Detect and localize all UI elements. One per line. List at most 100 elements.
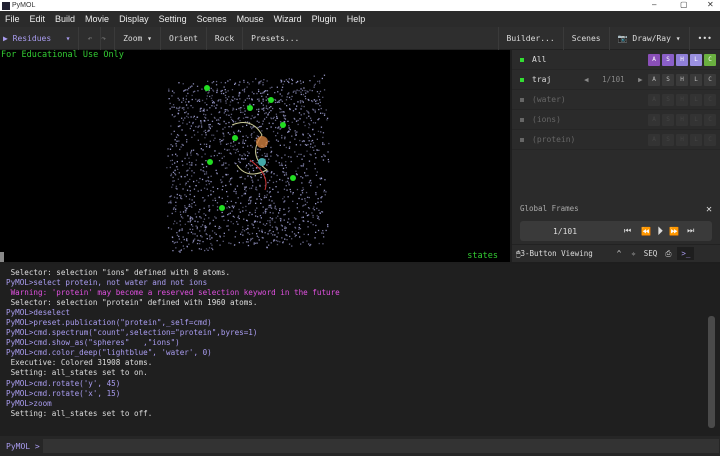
object-label-button[interactable]: L bbox=[690, 113, 702, 126]
play-button[interactable]: ⏵ bbox=[657, 224, 663, 239]
console-scrollbar[interactable] bbox=[708, 316, 715, 428]
object-row[interactable]: All A S H L C bbox=[512, 50, 720, 70]
menu-help[interactable]: Help bbox=[342, 14, 371, 24]
console-line: PyMOL>cmd.rotate('y', 45) bbox=[6, 378, 121, 388]
menu-plugin[interactable]: Plugin bbox=[307, 14, 342, 24]
window-title: PyMOL bbox=[12, 2, 36, 9]
object-show-button[interactable]: S bbox=[662, 133, 674, 146]
console-toggle-icon[interactable]: >_ bbox=[677, 247, 695, 260]
console-line: PyMOL>cmd.show_as("spheres" ,"ions") bbox=[6, 338, 180, 348]
object-show-button[interactable]: S bbox=[662, 53, 674, 66]
minimize-button[interactable]: – bbox=[652, 0, 656, 9]
redo-button[interactable]: ↷ bbox=[93, 26, 116, 50]
console-line: PyMOL>cmd.spectrum("count",selection="pr… bbox=[6, 328, 258, 338]
console-line: PyMOL>zoom bbox=[6, 398, 52, 408]
close-button[interactable]: ✕ bbox=[707, 0, 714, 9]
console-line: Setting: all_states set to off. bbox=[6, 408, 153, 418]
scenes-button[interactable]: Scenes bbox=[564, 26, 610, 50]
menu-movie[interactable]: Movie bbox=[80, 14, 114, 24]
camera-rig-icon[interactable]: ⎙ bbox=[665, 249, 671, 259]
menu-scenes[interactable]: Scenes bbox=[192, 14, 232, 24]
expand-button[interactable]: ^ bbox=[617, 249, 622, 258]
menu-mouse[interactable]: Mouse bbox=[232, 14, 269, 24]
last-frame-button[interactable]: ⏭ bbox=[687, 226, 694, 236]
global-frame-counter: 1/101 bbox=[552, 226, 578, 236]
molecule-render bbox=[166, 74, 330, 253]
seq-button[interactable]: SEQ bbox=[644, 249, 658, 258]
console-line: PyMOL>select protein, not water and not … bbox=[6, 278, 208, 288]
magic-wand-icon[interactable]: ✧ bbox=[631, 249, 636, 258]
close-frames-icon[interactable]: ✕ bbox=[706, 204, 712, 215]
object-name: (ions) bbox=[532, 115, 561, 124]
more-button[interactable]: ••• bbox=[690, 27, 720, 50]
menu-edit[interactable]: Edit bbox=[25, 14, 51, 24]
menu-file[interactable]: File bbox=[0, 14, 25, 24]
object-label-button[interactable]: L bbox=[690, 133, 702, 146]
rewind-button[interactable]: ⏪ bbox=[641, 227, 651, 236]
rock-button[interactable]: Rock bbox=[207, 26, 244, 50]
object-row[interactable]: traj ◀ 1/101 ▶ A S H L C bbox=[512, 70, 720, 90]
enabled-indicator-icon bbox=[520, 97, 524, 102]
object-color-button[interactable]: C bbox=[704, 53, 716, 66]
object-action-button[interactable]: A bbox=[648, 93, 660, 106]
object-color-button[interactable]: C bbox=[704, 113, 716, 126]
console-line: PyMOL>preset.publication("protein",_self… bbox=[6, 318, 212, 328]
object-frame-stepper[interactable]: ◀ 1/101 ▶ bbox=[584, 75, 643, 84]
console-line: Setting: all_states set to on. bbox=[6, 368, 148, 378]
object-hide-button[interactable]: H bbox=[676, 113, 688, 126]
orient-button[interactable]: Orient bbox=[161, 26, 207, 50]
viewport-scrollbar[interactable] bbox=[0, 252, 4, 262]
console-line: PyMOL>deselect bbox=[6, 308, 71, 318]
maximize-button[interactable]: ▢ bbox=[680, 0, 688, 9]
object-row[interactable]: (ions) A S H L C bbox=[512, 110, 720, 130]
object-hide-button[interactable]: H bbox=[676, 53, 688, 66]
enabled-indicator-icon bbox=[520, 57, 524, 62]
object-action-button[interactable]: A bbox=[648, 133, 660, 146]
object-color-button[interactable]: C bbox=[704, 73, 716, 86]
command-input[interactable] bbox=[42, 439, 719, 453]
fast-forward-button[interactable]: ⏩ bbox=[669, 227, 679, 236]
mouse-mode-label[interactable]: 3-Button Viewing bbox=[521, 249, 593, 258]
global-frames-label: Global Frames bbox=[520, 204, 579, 213]
console-line: Selector: selection "ions" defined with … bbox=[6, 268, 231, 277]
console-line: Executive: Colored 31908 atoms. bbox=[6, 358, 153, 368]
draw-ray-button[interactable]: 📷 Draw/Ray ▾ bbox=[610, 26, 690, 50]
pointer-icon: ▶ bbox=[3, 33, 13, 43]
presets-button[interactable]: Presets... bbox=[243, 27, 307, 50]
object-action-button[interactable]: A bbox=[648, 73, 660, 86]
command-line: PyMOL > bbox=[0, 436, 720, 456]
menu-build[interactable]: Build bbox=[50, 14, 80, 24]
object-label-button[interactable]: L bbox=[690, 73, 702, 86]
menu-setting[interactable]: Setting bbox=[154, 14, 192, 24]
menu-wizard[interactable]: Wizard bbox=[269, 14, 307, 24]
object-row[interactable]: (protein) A S H L C bbox=[512, 130, 720, 150]
object-label-button[interactable]: L bbox=[690, 93, 702, 106]
object-action-button[interactable]: A bbox=[648, 53, 660, 66]
object-name: All bbox=[532, 55, 547, 64]
enabled-indicator-icon bbox=[520, 137, 524, 142]
menu-display[interactable]: Display bbox=[114, 14, 154, 24]
object-label-button[interactable]: L bbox=[690, 53, 702, 66]
global-frames-panel: Global Frames ✕ 1/101 ⏮ ⏪ ⏵ ⏩ ⏭ bbox=[512, 198, 720, 241]
selection-mode-dropdown[interactable]: ▶ Residues ▾ bbox=[0, 26, 80, 50]
object-frame: 1/101 bbox=[602, 75, 625, 84]
object-name: traj bbox=[532, 75, 552, 84]
object-show-button[interactable]: S bbox=[662, 93, 674, 106]
object-color-button[interactable]: C bbox=[704, 93, 716, 106]
object-hide-button[interactable]: H bbox=[676, 93, 688, 106]
zoom-button[interactable]: Zoom ▾ bbox=[115, 26, 161, 50]
object-action-button[interactable]: A bbox=[648, 113, 660, 126]
object-hide-button[interactable]: H bbox=[676, 73, 688, 86]
object-row[interactable]: (water) A S H L C bbox=[512, 90, 720, 110]
object-show-button[interactable]: S bbox=[662, 113, 674, 126]
object-name: (protein) bbox=[532, 135, 576, 144]
builder-button[interactable]: Builder... bbox=[497, 26, 564, 50]
first-frame-button[interactable]: ⏮ bbox=[624, 226, 631, 236]
console-line: PyMOL>cmd.rotate('x', 15) bbox=[6, 388, 121, 398]
object-color-button[interactable]: C bbox=[704, 133, 716, 146]
object-show-button[interactable]: S bbox=[662, 73, 674, 86]
command-prompt: PyMOL > bbox=[6, 441, 40, 451]
object-hide-button[interactable]: H bbox=[676, 133, 688, 146]
3d-viewport[interactable]: For Educational Use Only states bbox=[0, 50, 510, 262]
console-line: PyMOL>cmd.color_deep("lightblue", 'water… bbox=[6, 348, 212, 358]
